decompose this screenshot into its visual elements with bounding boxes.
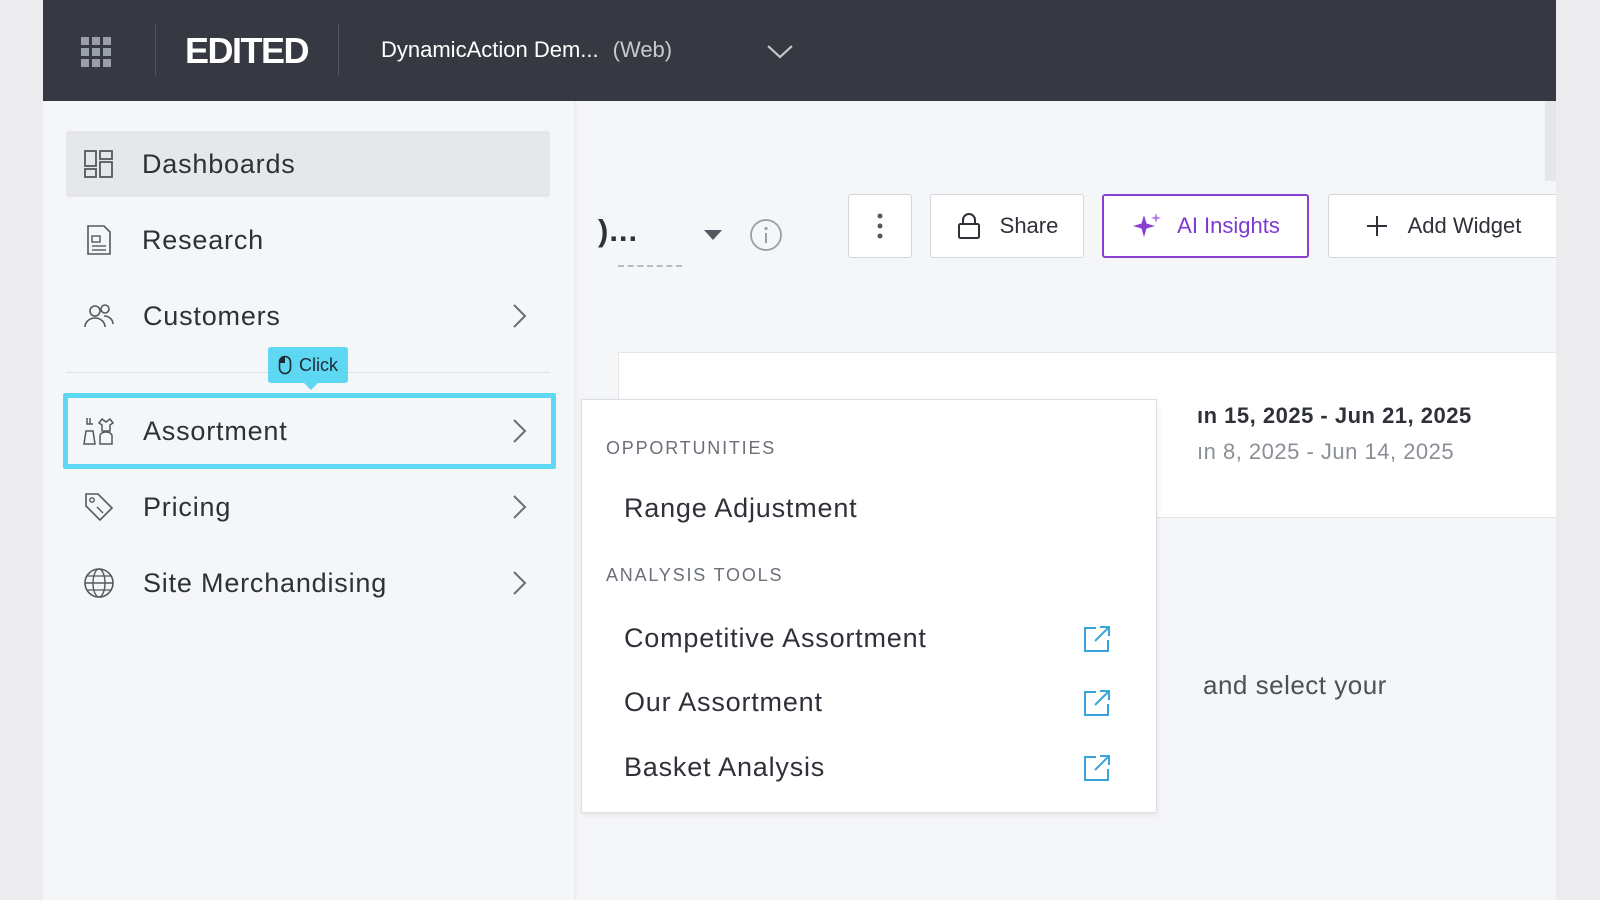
section-heading-opportunities: OPPORTUNITIES <box>606 438 777 458</box>
scrollbar[interactable] <box>1545 101 1556 181</box>
click-tooltip: Click <box>268 347 348 390</box>
price-tag-icon <box>85 493 114 522</box>
more-options-button[interactable] <box>848 194 912 258</box>
sparkle-icon <box>1133 213 1162 237</box>
external-link-icon <box>1084 755 1110 781</box>
external-link-icon <box>1084 690 1110 716</box>
sidebar-item-dashboards[interactable]: Dashboards <box>66 131 550 197</box>
sidebar-item-label: Site Merchandising <box>143 567 388 598</box>
divider <box>338 24 339 76</box>
ai-insights-button[interactable]: AI Insights <box>1102 194 1309 258</box>
sidebar-nav: Dashboards Research Customers Assortment… <box>43 101 574 900</box>
divider <box>155 24 156 76</box>
sidebar-item-label: Pricing <box>143 491 232 522</box>
chevron-down-icon[interactable] <box>765 40 795 62</box>
date-range-primary: ın 15, 2025 - Jun 21, 2025 <box>1197 403 1472 428</box>
customers-icon <box>84 304 114 328</box>
sidebar-item-pricing[interactable]: Pricing <box>66 474 550 540</box>
logo[interactable]: EDITED <box>185 30 310 72</box>
lock-icon <box>957 213 980 239</box>
date-range-comparison: ın 8, 2025 - Jun 14, 2025 <box>1197 439 1455 464</box>
globe-icon <box>84 568 114 598</box>
top-bar: EDITED DynamicAction Dem... (Web) <box>43 0 1556 101</box>
research-document-icon <box>87 225 111 255</box>
add-widget-button[interactable]: Add Widget <box>1328 194 1556 258</box>
chevron-right-icon <box>513 495 527 519</box>
sidebar-item-customers[interactable]: Customers <box>66 283 550 349</box>
plus-icon <box>1366 216 1387 236</box>
app-grid-icon[interactable] <box>81 37 111 67</box>
sidebar-item-label: Research <box>142 224 264 255</box>
assortment-submenu: OPPORTUNITIES Range Adjustment ANALYSIS … <box>581 399 1157 813</box>
submenu-item-competitive-assortment[interactable]: Competitive Assortment <box>624 612 1136 664</box>
caret-down-icon[interactable] <box>703 228 723 242</box>
info-icon[interactable] <box>749 218 783 252</box>
submenu-item-range-adjustment[interactable]: Range Adjustment <box>624 482 1136 534</box>
submenu-item-label: Range Adjustment <box>624 492 858 523</box>
dashboards-icon <box>84 150 113 178</box>
click-highlight <box>63 393 556 469</box>
workspace-name: DynamicAction Dem... <box>381 37 599 62</box>
share-button[interactable]: Share <box>930 194 1084 258</box>
sidebar-item-site-merchandising[interactable]: Site Merchandising <box>66 550 550 616</box>
ai-insights-label: AI Insights <box>1177 213 1280 238</box>
app-window: EDITED DynamicAction Dem... (Web) )... Sh… <box>43 0 1556 900</box>
chevron-right-icon <box>513 304 527 328</box>
tooltip-label: Click <box>299 354 338 375</box>
external-link-icon <box>1084 626 1110 652</box>
submenu-item-label: Competitive Assortment <box>624 622 927 653</box>
share-label: Share <box>999 213 1059 238</box>
mouse-icon <box>278 355 292 375</box>
vertical-dots-icon <box>877 213 883 239</box>
title-underline <box>618 265 682 267</box>
empty-state-text: and select your <box>1203 670 1387 700</box>
submenu-item-our-assortment[interactable]: Our Assortment <box>624 676 1136 728</box>
sidebar-item-label: Customers <box>143 300 281 331</box>
workspace-selector[interactable]: DynamicAction Dem... (Web) <box>381 37 672 63</box>
sidebar-item-research[interactable]: Research <box>66 207 550 273</box>
submenu-item-basket-analysis[interactable]: Basket Analysis <box>624 741 1136 793</box>
sidebar-item-label: Dashboards <box>142 148 296 179</box>
dashboard-title[interactable]: )... <box>598 213 638 249</box>
chevron-right-icon <box>513 571 527 595</box>
workspace-suffix: (Web) <box>612 37 673 62</box>
submenu-item-label: Basket Analysis <box>624 751 826 782</box>
section-heading-analysis-tools: ANALYSIS TOOLS <box>606 565 784 585</box>
submenu-item-label: Our Assortment <box>624 686 823 717</box>
add-widget-label: Add Widget <box>1407 213 1522 238</box>
